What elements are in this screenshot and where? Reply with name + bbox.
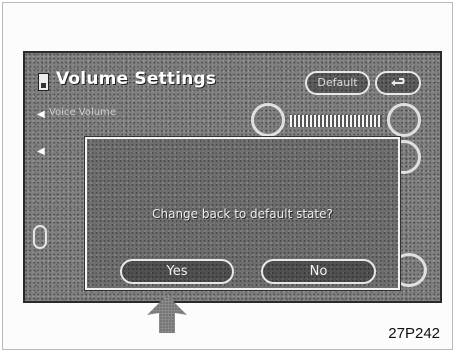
volume-level-bar xyxy=(290,115,382,127)
yes-button[interactable]: Yes xyxy=(120,259,234,284)
dialog-message: Change back to default state? xyxy=(152,207,333,221)
figure-caption: 27P242 xyxy=(388,325,440,342)
speaker-icon: ◀ xyxy=(37,109,45,120)
no-button[interactable]: No xyxy=(261,259,376,284)
screen-title: Volume Settings xyxy=(56,69,217,89)
default-button-label: Default xyxy=(317,76,358,89)
no-button-label: No xyxy=(309,264,328,279)
confirm-dialog: Change back to default state? Yes No xyxy=(85,137,400,290)
yes-button-label: Yes xyxy=(166,264,188,279)
nav-screen: Volume Settings Default ◀ Voice Volume ◀… xyxy=(23,51,442,303)
voice-volume-label: Voice Volume xyxy=(49,107,116,118)
up-arrow-pointer-icon xyxy=(147,295,187,333)
figure-frame: Volume Settings Default ◀ Voice Volume ◀… xyxy=(2,2,453,350)
side-tab[interactable] xyxy=(33,225,47,249)
settings-screen-icon xyxy=(38,73,49,91)
speaker-icon-2: ◀ xyxy=(37,146,45,157)
default-button[interactable]: Default xyxy=(305,71,370,95)
volume-down-button[interactable] xyxy=(251,103,285,137)
back-button[interactable] xyxy=(375,71,421,95)
return-arrow-icon xyxy=(391,78,405,86)
volume-up-button[interactable] xyxy=(387,103,421,137)
